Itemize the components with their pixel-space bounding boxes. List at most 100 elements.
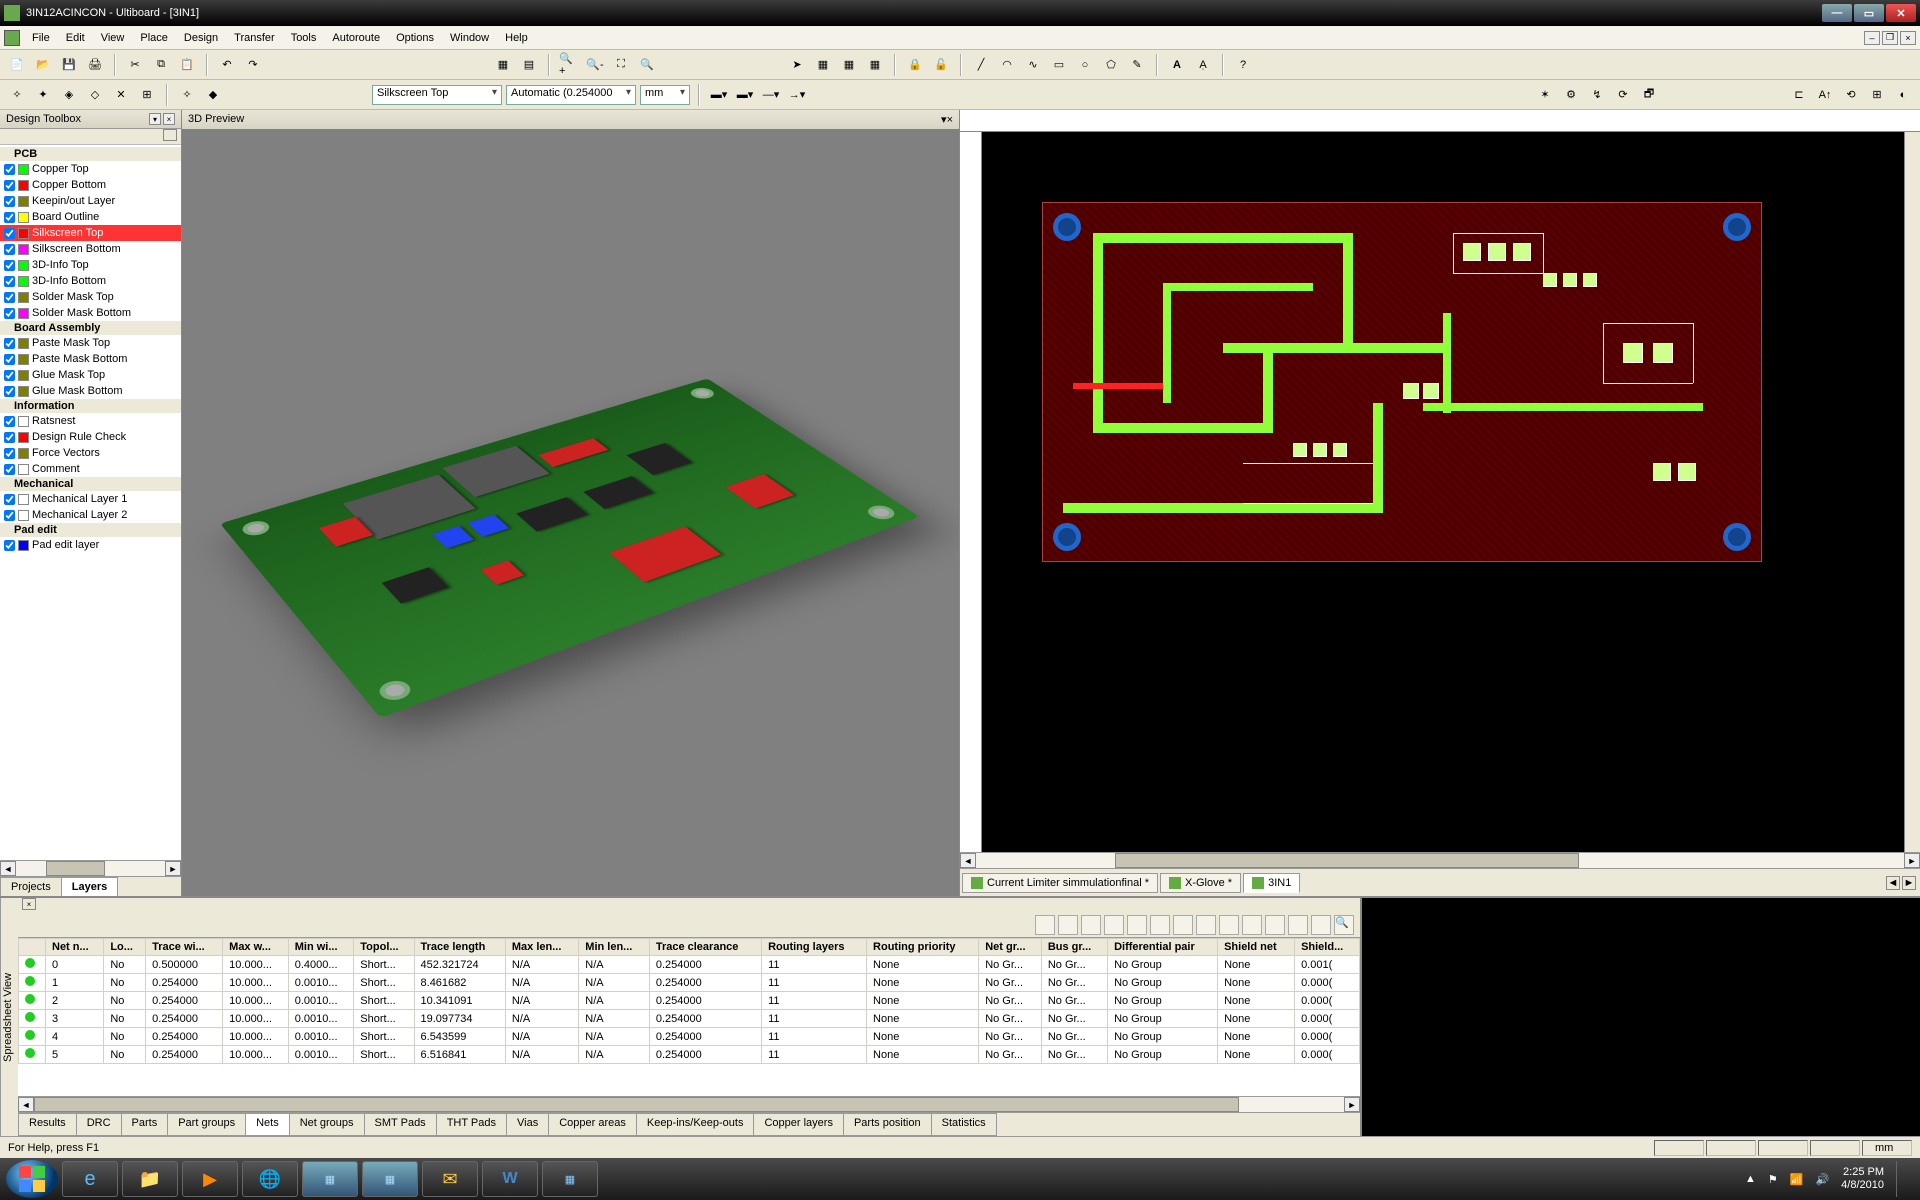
column-header[interactable]: Shield... <box>1295 939 1360 956</box>
sheet-btn-3[interactable] <box>1081 915 1101 935</box>
pcb-board[interactable] <box>1042 202 1762 562</box>
sheet-btn-11[interactable] <box>1265 915 1285 935</box>
tray-flag-icon[interactable]: ⚑ <box>1768 1173 1778 1186</box>
layer-checkbox[interactable] <box>4 308 15 319</box>
tool5-icon[interactable]: ✕ <box>110 84 132 106</box>
doc-tab[interactable]: 3IN1 <box>1243 873 1300 893</box>
tab-next-icon[interactable]: ► <box>1902 876 1916 890</box>
edit-line-icon[interactable]: ✎ <box>1126 54 1148 76</box>
layers-icon[interactable]: ▤ <box>518 54 540 76</box>
sheet-btn-9[interactable] <box>1219 915 1239 935</box>
layer-row[interactable]: Silkscreen Bottom <box>0 241 181 257</box>
layer-toolbar-icon[interactable] <box>163 129 177 141</box>
task-outlook[interactable]: ✉ <box>422 1161 478 1197</box>
layer-checkbox[interactable] <box>4 164 15 175</box>
layer-row[interactable]: 3D-Info Top <box>0 257 181 273</box>
sheet-btn-2[interactable] <box>1058 915 1078 935</box>
menu-edit[interactable]: Edit <box>58 29 93 47</box>
column-header[interactable]: Trace wi... <box>146 939 223 956</box>
task-ie[interactable]: e <box>62 1161 118 1197</box>
layer-row[interactable]: 3D-Info Bottom <box>0 273 181 289</box>
sheet-btn-5[interactable] <box>1127 915 1147 935</box>
sheet-tab-copper-layers[interactable]: Copper layers <box>753 1113 843 1136</box>
grid1-icon[interactable]: ▦ <box>812 54 834 76</box>
sheet-btn-8[interactable] <box>1196 915 1216 935</box>
zoom-out-icon[interactable]: 🔍- <box>584 54 606 76</box>
sheet-tab-copper-areas[interactable]: Copper areas <box>548 1113 637 1136</box>
sheet-tab-parts[interactable]: Parts <box>121 1113 169 1136</box>
column-header[interactable]: Max w... <box>223 939 289 956</box>
column-header[interactable]: Max len... <box>505 939 578 956</box>
pcb-editor-view[interactable] <box>982 132 1904 852</box>
grid2-icon[interactable]: ▦ <box>838 54 860 76</box>
layer-row[interactable]: Pad edit layer <box>0 537 181 553</box>
redo-icon[interactable]: ↷ <box>242 54 264 76</box>
menu-transfer[interactable]: Transfer <box>226 29 283 47</box>
editor-hscroll[interactable]: ◄► <box>960 852 1920 868</box>
table-row[interactable]: 2No0.25400010.000...0.0010...Short...10.… <box>19 992 1360 1010</box>
doc-tab[interactable]: X-Glove * <box>1160 873 1241 893</box>
select-icon[interactable]: ➤ <box>786 54 808 76</box>
task-wmp[interactable]: ▶ <box>182 1161 238 1197</box>
tray-volume-icon[interactable]: 🔊 <box>1815 1173 1829 1186</box>
sheet-tab-results[interactable]: Results <box>18 1113 77 1136</box>
zoom-fit-icon[interactable]: ⛶ <box>610 54 632 76</box>
sheet-btn-13[interactable] <box>1311 915 1331 935</box>
table-row[interactable]: 0No0.50000010.000...0.4000...Short...452… <box>19 956 1360 974</box>
show-desktop-button[interactable] <box>1896 1161 1906 1197</box>
print-icon[interactable]: 🖨 <box>84 54 106 76</box>
drc2-icon[interactable]: ⚙ <box>1560 84 1582 106</box>
align1-icon[interactable]: ⊏ <box>1788 84 1810 106</box>
save-icon[interactable]: 💾 <box>58 54 80 76</box>
layer-checkbox[interactable] <box>4 276 15 287</box>
column-header[interactable]: Routing priority <box>867 939 979 956</box>
zoom-window-icon[interactable]: 🔍 <box>636 54 658 76</box>
line-icon[interactable]: ╱ <box>970 54 992 76</box>
text2-icon[interactable]: Ạ <box>1192 54 1214 76</box>
sheet-tab-statistics[interactable]: Statistics <box>931 1113 997 1136</box>
maximize-button[interactable]: ▭ <box>1854 4 1884 22</box>
start-button[interactable] <box>6 1160 58 1198</box>
layer-row[interactable]: Board Outline <box>0 209 181 225</box>
column-header[interactable]: Shield net <box>1218 939 1295 956</box>
menu-options[interactable]: Options <box>388 29 442 47</box>
grid-combo[interactable]: Automatic (0.254000 <box>506 85 636 105</box>
column-header[interactable]: Min len... <box>579 939 650 956</box>
layer-checkbox[interactable] <box>4 354 15 365</box>
menu-place[interactable]: Place <box>132 29 176 47</box>
layer-row[interactable]: Mechanical Layer 1 <box>0 491 181 507</box>
align2-icon[interactable]: A↑ <box>1814 84 1836 106</box>
column-header[interactable] <box>19 939 46 956</box>
undo-icon[interactable]: ↶ <box>216 54 238 76</box>
tool3-icon[interactable]: ◈ <box>58 84 80 106</box>
mdi-minimize[interactable]: – <box>1864 31 1880 45</box>
sheet-tab-smt-pads[interactable]: SMT Pads <box>364 1113 437 1136</box>
close-button[interactable]: ✕ <box>1886 4 1916 22</box>
layer-row[interactable]: Solder Mask Top <box>0 289 181 305</box>
layer-checkbox[interactable] <box>4 292 15 303</box>
tray-network-icon[interactable]: 📶 <box>1790 1173 1804 1186</box>
layer-row[interactable]: Copper Bottom <box>0 177 181 193</box>
task-word[interactable]: W <box>482 1161 538 1197</box>
minimize-button[interactable]: — <box>1822 4 1852 22</box>
column-header[interactable]: Lo... <box>104 939 146 956</box>
mdi-close[interactable]: × <box>1900 31 1916 45</box>
sheet-tab-drc[interactable]: DRC <box>76 1113 122 1136</box>
tray-clock[interactable]: 2:25 PM 4/8/2010 <box>1841 1166 1884 1192</box>
sheet-tab-vias[interactable]: Vias <box>506 1113 549 1136</box>
sheet-hscroll[interactable]: ◄► <box>18 1096 1360 1112</box>
layer-row[interactable]: Keepin/out Layer <box>0 193 181 209</box>
preview-3d-view[interactable] <box>182 129 959 896</box>
drc5-icon[interactable]: 🗗 <box>1638 84 1660 106</box>
sheet-btn-6[interactable] <box>1150 915 1170 935</box>
doc-tab[interactable]: Current Limiter simmulationfinal * <box>962 873 1158 893</box>
sheet-btn-4[interactable] <box>1104 915 1124 935</box>
layer-row[interactable]: Paste Mask Bottom <box>0 351 181 367</box>
panel-close-icon[interactable]: × <box>163 113 175 125</box>
layer-hscroll[interactable]: ◄► <box>0 860 181 876</box>
sheet-btn-10[interactable] <box>1242 915 1262 935</box>
arc-icon[interactable]: ◠ <box>996 54 1018 76</box>
tool1-icon[interactable]: ✧ <box>6 84 28 106</box>
zoom-in-icon[interactable]: 🔍+ <box>558 54 580 76</box>
column-header[interactable]: Topol... <box>354 939 414 956</box>
